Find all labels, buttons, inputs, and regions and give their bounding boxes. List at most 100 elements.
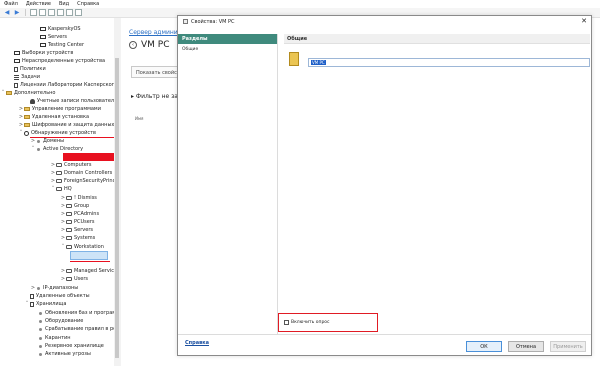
export-icon[interactable] [75, 9, 82, 16]
enable-polling-checkbox[interactable] [284, 320, 289, 325]
doc-icon [30, 293, 34, 299]
tree-item[interactable]: > Шифрование и защита данных [18, 121, 114, 129]
menu-file[interactable]: Файл [4, 1, 18, 7]
tree-item[interactable]: Нераспределенные устройства [8, 57, 105, 65]
tree-item[interactable]: ˅ Active Directory [30, 145, 83, 153]
tree-item-label: Active Directory [43, 146, 84, 152]
close-icon[interactable]: ✕ [581, 17, 587, 25]
tree-scrollbar[interactable] [114, 18, 120, 366]
tree-item[interactable]: > Домены [30, 137, 64, 145]
back-arrow-icon[interactable]: ◀ [3, 9, 11, 17]
tree-item[interactable]: > Удаленная установка [18, 113, 89, 121]
chevron-right-icon[interactable]: > [30, 138, 36, 144]
tree-item[interactable]: KasperskyOS [34, 25, 81, 33]
help-icon[interactable] [66, 9, 73, 16]
monitor-icon [14, 59, 20, 63]
back-circle-icon[interactable]: ‹ [129, 41, 137, 49]
tree-item[interactable]: > Domain Controllers [50, 169, 112, 177]
monitor-icon [14, 51, 20, 55]
tree-item[interactable]: > Users [60, 275, 88, 283]
tree-item-label: Computers [64, 162, 92, 168]
tree-item[interactable]: Учетные записи пользователей [24, 97, 120, 105]
details-title-text: VM PC [141, 40, 170, 50]
tree-item[interactable]: > Servers [60, 226, 93, 234]
tree-item[interactable]: > Управление программами [18, 105, 101, 113]
tree-item-label: Дополнительно [14, 90, 56, 96]
device-name-field[interactable]: VM PC [308, 58, 590, 67]
column-header-name[interactable]: Имя [135, 116, 143, 121]
toolbar-separator [25, 9, 26, 16]
device-name-value: VM PC [311, 60, 326, 65]
tree-item-label: Резервное хранилище [45, 343, 104, 349]
tree-item[interactable]: > PCUsers [60, 218, 95, 226]
tree-item[interactable]: >ForeignSecurityPrincipals [50, 177, 119, 185]
tree-item[interactable]: Удаленные объекты [24, 292, 90, 300]
help-link[interactable]: Справка [185, 340, 209, 346]
menu-action[interactable]: Действие [26, 1, 51, 7]
tree-item[interactable]: Обновления баз и программных модулей [32, 309, 119, 317]
tree-item[interactable]: ˅ Дополнительно [0, 89, 56, 97]
tree-item[interactable]: ˅ Обнаружение устройств [18, 129, 96, 137]
tree-item[interactable]: ˅ HQ [50, 185, 72, 193]
tree-item[interactable]: Лицензии Лаборатории Касперского [8, 81, 117, 89]
tree-item[interactable]: Оборудование [32, 317, 83, 325]
dot-icon [39, 327, 42, 331]
section-general[interactable]: Общие [178, 44, 277, 55]
tree-item[interactable]: Срабатывание правил в режиме обучения [32, 325, 119, 333]
properties-icon[interactable] [48, 9, 55, 16]
tree-scroll-thumb[interactable] [115, 58, 119, 358]
refresh-icon[interactable] [57, 9, 64, 16]
enable-polling-highlight: Включить опрос [278, 313, 378, 332]
folder-icon [24, 123, 30, 127]
tree-item-label: IP-диапазоны [43, 285, 79, 291]
tree-item[interactable]: > IP-диапазоны [30, 284, 78, 292]
dot-icon [39, 352, 42, 356]
sections-header: Разделы [178, 34, 277, 44]
tree-item[interactable]: Резервное хранилище [32, 342, 104, 350]
console-tree[interactable]: KasperskyOS Servers Testing Center Выборки … [0, 18, 120, 366]
tree-item-label: Group [74, 203, 90, 209]
chevron-down-icon[interactable]: ˅ [30, 146, 36, 152]
tree-item[interactable]: Активные угрозы [32, 350, 91, 358]
up-level-icon[interactable] [30, 9, 37, 16]
chevron-right-icon[interactable]: > [30, 285, 36, 291]
tree-item[interactable]: Задачи [8, 73, 40, 81]
group-icon [56, 187, 62, 191]
menu-help[interactable]: Справка [77, 1, 99, 7]
tree-item[interactable]: ˅ Хранилища [24, 300, 67, 308]
ok-button[interactable]: ОК [466, 341, 502, 352]
tree-item[interactable]: Политики [8, 65, 46, 73]
group-icon [66, 212, 72, 216]
tree-item[interactable]: > Computers [50, 161, 92, 169]
tree-item[interactable]: > PCAdmins [60, 210, 99, 218]
tree-item[interactable]: > Systems [60, 234, 95, 242]
show-tree-icon[interactable] [39, 9, 46, 16]
group-icon [66, 269, 72, 273]
cancel-button[interactable]: Отмена [508, 341, 544, 352]
tree-item-label: Удаленные объекты [36, 293, 90, 299]
tree-item-label: Лицензии Лаборатории Касперского [20, 82, 118, 88]
dot-icon [37, 139, 40, 143]
dialog-title: Свойства: VM PC [191, 18, 235, 25]
dot-icon [39, 311, 42, 315]
apply-button[interactable]: Применить [550, 341, 586, 352]
tree-item-label: Шифрование и защита данных [32, 122, 115, 128]
tree-item[interactable]: >! Dismiss [60, 194, 97, 202]
forward-arrow-icon[interactable]: ▶ [13, 9, 21, 17]
menu-view[interactable]: Вид [59, 1, 69, 7]
tree-item-label: Хранилища [36, 301, 67, 307]
tree-item[interactable]: Testing Center [34, 41, 84, 49]
tree-item-label: Выборки устройств [22, 50, 74, 56]
group-icon [66, 245, 72, 249]
tree-item[interactable]: > Group [60, 202, 89, 210]
tree-item[interactable]: Карантин [32, 334, 71, 342]
tree-item[interactable]: ˅ Workstation [60, 243, 104, 251]
tree-item-label: PCUsers [74, 219, 95, 225]
group-icon [56, 179, 62, 183]
dot-icon [37, 286, 40, 290]
tree-item[interactable]: > Managed Service [60, 267, 117, 275]
tree-item[interactable]: Servers [34, 33, 67, 41]
tree-item-label: Учетные записи пользователей [37, 98, 120, 104]
tree-item[interactable]: Выборки устройств [8, 49, 73, 57]
enable-polling-option[interactable]: Включить опрос [284, 320, 330, 325]
